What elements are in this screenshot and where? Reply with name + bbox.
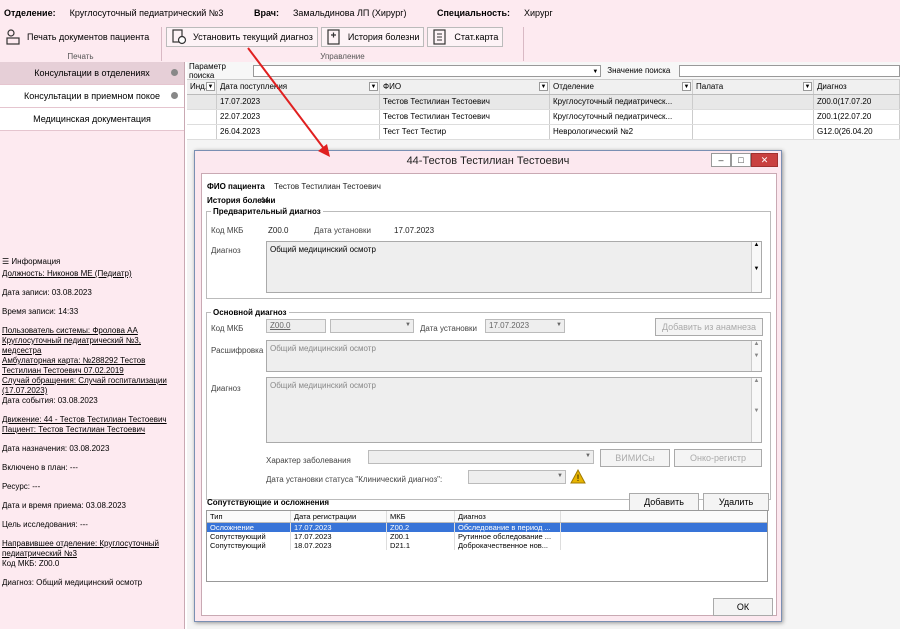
annotation-arrow xyxy=(247,47,330,157)
